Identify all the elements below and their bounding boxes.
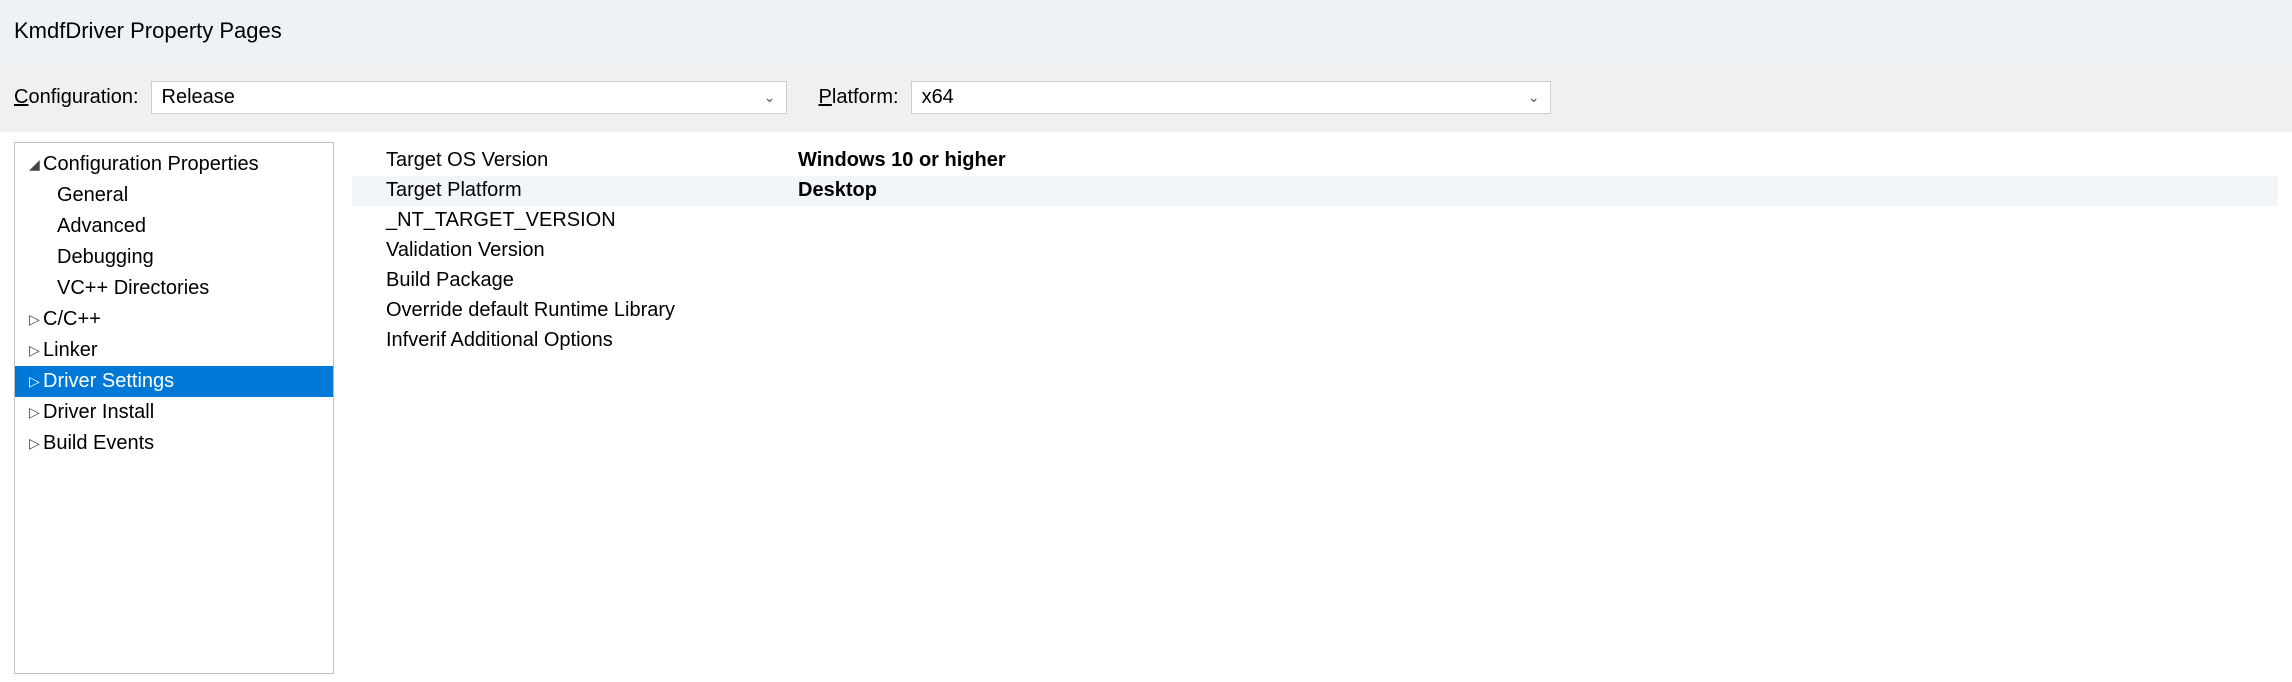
prop-name: Infverif Additional Options [352, 329, 798, 352]
tree-item-general[interactable]: General [15, 180, 333, 211]
tree-item-debugging[interactable]: Debugging [15, 242, 333, 273]
window-title: KmdfDriver Property Pages [0, 0, 2292, 64]
prop-name: Target OS Version [352, 149, 798, 172]
property-grid: Target OS Version Windows 10 or higher T… [352, 142, 2278, 674]
tree-item-label: Driver Install [43, 401, 154, 424]
prop-name: Override default Runtime Library [352, 299, 798, 322]
configuration-label: Configuration: [14, 86, 139, 109]
tree-item-label: Build Events [43, 432, 154, 455]
configuration-dropdown[interactable]: Release ⌄ [151, 81, 787, 114]
config-platform-row: Configuration: Release ⌄ Platform: x64 ⌄ [0, 64, 2292, 132]
tree-item-driver-install[interactable]: ▷ Driver Install [15, 397, 333, 428]
tree-root-label: Configuration Properties [43, 153, 259, 176]
caret-right-icon: ▷ [29, 404, 43, 421]
prop-value: Windows 10 or higher [798, 149, 2278, 172]
tree-item-label: General [57, 184, 128, 207]
prop-name: Validation Version [352, 239, 798, 262]
prop-row-target-os-version[interactable]: Target OS Version Windows 10 or higher [352, 146, 2278, 176]
caret-right-icon: ▷ [29, 373, 43, 390]
tree-item-label: C/C++ [43, 308, 101, 331]
prop-row-infverif-options[interactable]: Infverif Additional Options [352, 326, 2278, 356]
tree-item-advanced[interactable]: Advanced [15, 211, 333, 242]
platform-dropdown[interactable]: x64 ⌄ [911, 81, 1551, 114]
caret-down-icon: ◢ [29, 156, 43, 173]
platform-label: Platform: [819, 86, 899, 109]
tree-item-label: Debugging [57, 246, 154, 269]
tree-item-linker[interactable]: ▷ Linker [15, 335, 333, 366]
tree-item-label: Advanced [57, 215, 146, 238]
prop-value: Desktop [798, 179, 2278, 202]
caret-right-icon: ▷ [29, 435, 43, 452]
tree-item-build-events[interactable]: ▷ Build Events [15, 428, 333, 459]
tree-item-label: VC++ Directories [57, 277, 209, 300]
prop-name: _NT_TARGET_VERSION [352, 209, 798, 232]
configuration-value: Release [162, 86, 235, 109]
tree-item-driver-settings[interactable]: ▷ Driver Settings [15, 366, 333, 397]
category-tree[interactable]: ◢ Configuration Properties General Advan… [14, 142, 334, 674]
tree-item-vcpp-directories[interactable]: VC++ Directories [15, 273, 333, 304]
prop-name: Target Platform [352, 179, 798, 202]
prop-name: Build Package [352, 269, 798, 292]
caret-right-icon: ▷ [29, 311, 43, 328]
tree-item-ccpp[interactable]: ▷ C/C++ [15, 304, 333, 335]
caret-right-icon: ▷ [29, 342, 43, 359]
main-area: ◢ Configuration Properties General Advan… [0, 132, 2292, 674]
prop-row-validation-version[interactable]: Validation Version [352, 236, 2278, 266]
prop-row-override-runtime-library[interactable]: Override default Runtime Library [352, 296, 2278, 326]
tree-item-label: Driver Settings [43, 370, 174, 393]
platform-value: x64 [922, 86, 954, 109]
tree-item-label: Linker [43, 339, 97, 362]
prop-row-nt-target-version[interactable]: _NT_TARGET_VERSION [352, 206, 2278, 236]
chevron-down-icon: ⌄ [1528, 89, 1540, 106]
prop-row-build-package[interactable]: Build Package [352, 266, 2278, 296]
tree-root-configuration-properties[interactable]: ◢ Configuration Properties [15, 149, 333, 180]
chevron-down-icon: ⌄ [764, 89, 776, 106]
prop-row-target-platform[interactable]: Target Platform Desktop [352, 176, 2278, 206]
